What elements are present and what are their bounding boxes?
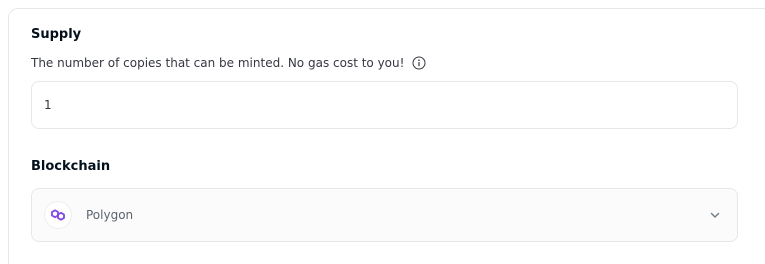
- supply-description-row: The number of copies that can be minted.…: [31, 55, 737, 71]
- supply-description: The number of copies that can be minted.…: [31, 56, 405, 70]
- blockchain-select[interactable]: Polygon: [31, 188, 738, 242]
- supply-input[interactable]: 1: [31, 81, 738, 129]
- supply-input-value: 1: [44, 98, 52, 112]
- supply-label: Supply: [31, 27, 82, 42]
- info-icon[interactable]: [412, 56, 426, 70]
- blockchain-label: Blockchain: [31, 159, 111, 174]
- polygon-logo-icon: [44, 201, 72, 229]
- supply-section: Supply The number of copies that can be …: [31, 27, 738, 129]
- blockchain-section: Blockchain Polygon: [31, 159, 738, 242]
- chevron-down-icon[interactable]: [709, 209, 721, 221]
- blockchain-selected-value: Polygon: [86, 208, 134, 222]
- create-item-form-panel: Supply The number of copies that can be …: [8, 8, 765, 264]
